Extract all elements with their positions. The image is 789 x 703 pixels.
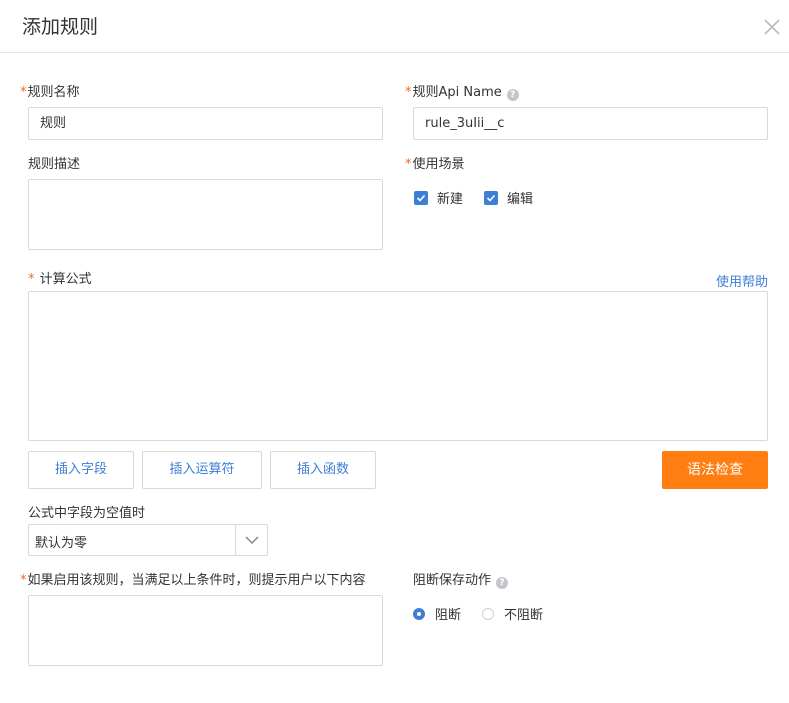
insert-operator-button[interactable]: 插入运算符 xyxy=(142,451,262,489)
description-textarea[interactable] xyxy=(28,179,383,250)
radio-no-block-label: 不阻断 xyxy=(504,608,544,623)
insert-field-button[interactable]: 插入字段 xyxy=(28,451,134,489)
required-mark: * xyxy=(28,272,35,287)
checkbox-checked-icon xyxy=(484,190,498,205)
required-mark: * xyxy=(405,157,412,172)
required-mark: * xyxy=(405,85,412,100)
prompt-label: *如果启用该规则，当满足以上条件时，则提示用户以下内容 xyxy=(20,573,366,588)
rule-name-label: *规则名称 xyxy=(20,85,80,100)
empty-field-select-value: 默认为零 xyxy=(35,536,88,551)
checkbox-checked-icon xyxy=(414,190,428,205)
api-name-label: *规则Api Name? xyxy=(405,84,519,102)
dialog-title: 添加规则 xyxy=(22,16,99,38)
syntax-check-button[interactable]: 语法检查 xyxy=(662,451,768,489)
checkbox-edit-label: 编辑 xyxy=(507,192,534,207)
help-icon[interactable]: ? xyxy=(506,89,519,101)
checkbox-create-label: 新建 xyxy=(437,192,464,207)
scenario-label: *使用场景 xyxy=(405,157,465,172)
radio-unselected-icon xyxy=(482,607,494,620)
radio-selected-icon xyxy=(413,607,425,620)
insert-function-button[interactable]: 插入函数 xyxy=(270,451,376,489)
radio-block[interactable]: 阻断 xyxy=(413,604,461,623)
radio-no-block[interactable]: 不阻断 xyxy=(482,604,543,623)
prompt-textarea[interactable] xyxy=(28,595,383,666)
block-save-label: 阻断保存动作? xyxy=(413,572,509,590)
rule-name-input[interactable]: 规则 xyxy=(28,107,383,140)
chevron-down-icon xyxy=(235,525,267,555)
description-label: 规则描述 xyxy=(28,157,81,172)
help-icon[interactable]: ? xyxy=(496,577,509,589)
required-mark: * xyxy=(20,573,27,588)
checkbox-edit[interactable]: 编辑 xyxy=(484,188,533,207)
empty-field-label: 公式中字段为空值时 xyxy=(28,506,146,521)
api-name-input[interactable]: rule_3uIii__c xyxy=(413,107,768,140)
dialog-header: 添加规则 xyxy=(0,0,789,53)
radio-block-label: 阻断 xyxy=(435,608,462,623)
checkbox-create[interactable]: 新建 xyxy=(414,188,463,207)
close-button[interactable] xyxy=(762,17,782,37)
required-mark: * xyxy=(20,85,27,100)
help-link[interactable]: 使用帮助 xyxy=(716,271,768,290)
empty-field-select[interactable]: 默认为零 xyxy=(28,524,268,556)
close-icon xyxy=(764,19,780,35)
formula-textarea[interactable] xyxy=(28,291,768,441)
formula-label: * 计算公式 xyxy=(28,272,92,287)
